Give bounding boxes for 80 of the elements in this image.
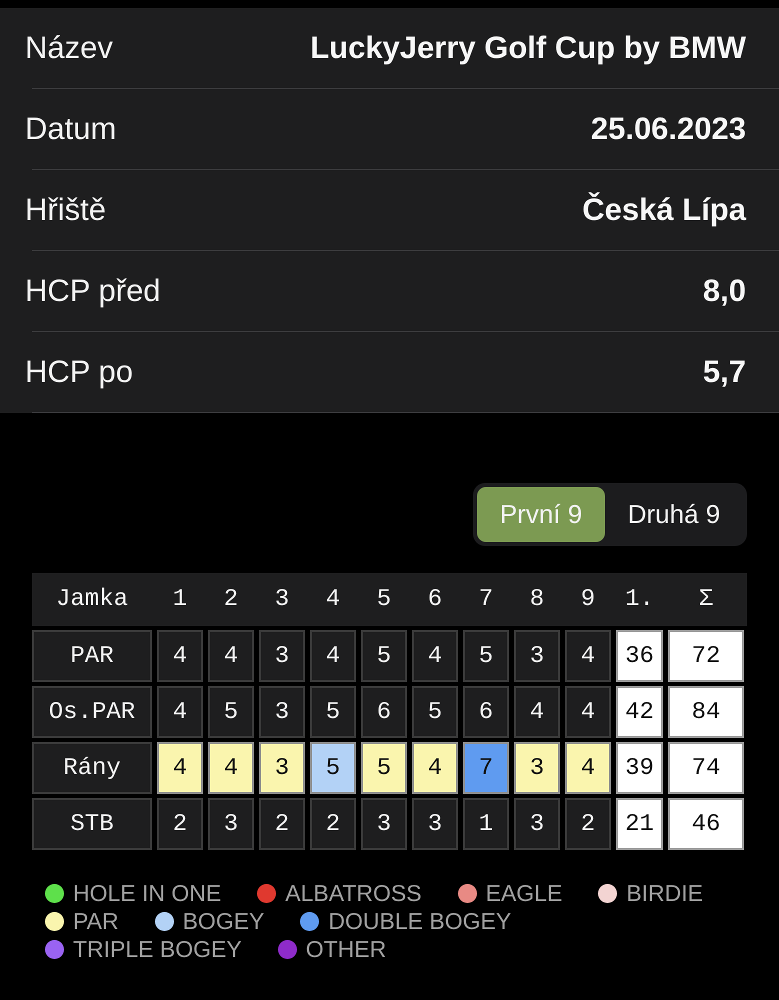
- table-cell: 5: [412, 686, 458, 738]
- legend-label: BIRDIE: [626, 880, 704, 906]
- column-header: 2: [222, 586, 240, 613]
- column-header: Σ: [698, 586, 714, 613]
- table-cell: 2: [310, 798, 356, 850]
- table-cell: 4: [412, 742, 458, 794]
- detail-label: Název: [25, 30, 113, 66]
- legend-label: HOLE IN ONE: [73, 880, 222, 906]
- total-cell: 46: [668, 798, 744, 850]
- table-cell: 3: [259, 742, 305, 794]
- table-cell: 3: [514, 742, 560, 794]
- table-cell: 4: [514, 686, 560, 738]
- row-header: STB: [32, 798, 152, 850]
- total-cell: 72: [668, 630, 744, 682]
- table-cell: 4: [565, 686, 611, 738]
- row-header: Rány: [32, 742, 152, 794]
- total-cell: 36: [616, 630, 663, 682]
- legend-label: DOUBLE BOGEY: [328, 908, 512, 934]
- column-header: 1: [172, 586, 188, 613]
- table-cell: 2: [157, 798, 203, 850]
- table-cell: 3: [514, 630, 560, 682]
- detail-value: Česká Lípa: [582, 192, 746, 228]
- total-cell: 21: [616, 798, 663, 850]
- detail-value: 5,7: [702, 354, 746, 390]
- column-header: 9: [580, 586, 596, 613]
- table-cell: 4: [157, 686, 203, 738]
- table-cell: 3: [259, 630, 305, 682]
- legend-label: BOGEY: [182, 908, 264, 934]
- table-cell: 2: [565, 798, 611, 850]
- table-cell: 6: [463, 686, 509, 738]
- column-header: 3: [274, 586, 290, 613]
- column-header: 4: [324, 586, 342, 613]
- table-cell: 5: [463, 630, 509, 682]
- table-cell: 1: [463, 798, 509, 850]
- total-cell: 42: [616, 686, 663, 738]
- row-header: Os.PAR: [32, 686, 152, 738]
- table-cell: 2: [259, 798, 305, 850]
- table-cell: 4: [565, 630, 611, 682]
- detail-label: HCP po: [25, 354, 133, 390]
- column-header: 7: [478, 586, 494, 613]
- table-cell: 3: [412, 798, 458, 850]
- total-cell: 39: [616, 742, 663, 794]
- table-cell: 3: [259, 686, 305, 738]
- table-cell: 5: [361, 742, 407, 794]
- column-header: 1.: [624, 586, 655, 613]
- detail-label: Hřiště: [25, 192, 106, 228]
- segment-tab[interactable]: Druhá 9: [605, 487, 743, 542]
- detail-label: Datum: [25, 111, 116, 147]
- column-header: 5: [376, 586, 392, 613]
- legend-label: TRIPLE BOGEY: [73, 936, 242, 962]
- table-cell: 5: [310, 742, 356, 794]
- table-cell: 4: [565, 742, 611, 794]
- table-cell: 3: [361, 798, 407, 850]
- total-cell: 74: [668, 742, 744, 794]
- table-cell: 5: [310, 686, 356, 738]
- table-cell: 4: [157, 630, 203, 682]
- table-cell: 4: [157, 742, 203, 794]
- table-cell: 4: [412, 630, 458, 682]
- detail-value: 25.06.2023: [590, 111, 746, 147]
- table-cell: 3: [514, 798, 560, 850]
- table-cell: 3: [208, 798, 254, 850]
- detail-label: HCP před: [25, 273, 161, 309]
- detail-value: 8,0: [702, 273, 746, 309]
- legend-label: ALBATROSS: [285, 880, 422, 906]
- detail-value: LuckyJerry Golf Cup by BMW: [310, 30, 746, 66]
- row-header: PAR: [32, 630, 152, 682]
- table-cell: 7: [463, 742, 509, 794]
- table-cell: 4: [310, 630, 356, 682]
- legend-label: PAR: [73, 908, 119, 934]
- column-header: 6: [426, 586, 444, 613]
- legend-label: OTHER: [306, 936, 386, 962]
- column-header: Jamka: [54, 586, 129, 613]
- table-cell: 4: [208, 742, 254, 794]
- table-cell: 6: [361, 686, 407, 738]
- legend-label: EAGLE: [486, 880, 562, 906]
- table-cell: 5: [208, 686, 254, 738]
- column-header: 8: [528, 586, 546, 613]
- total-cell: 84: [668, 686, 744, 738]
- table-cell: 4: [208, 630, 254, 682]
- table-cell: 5: [361, 630, 407, 682]
